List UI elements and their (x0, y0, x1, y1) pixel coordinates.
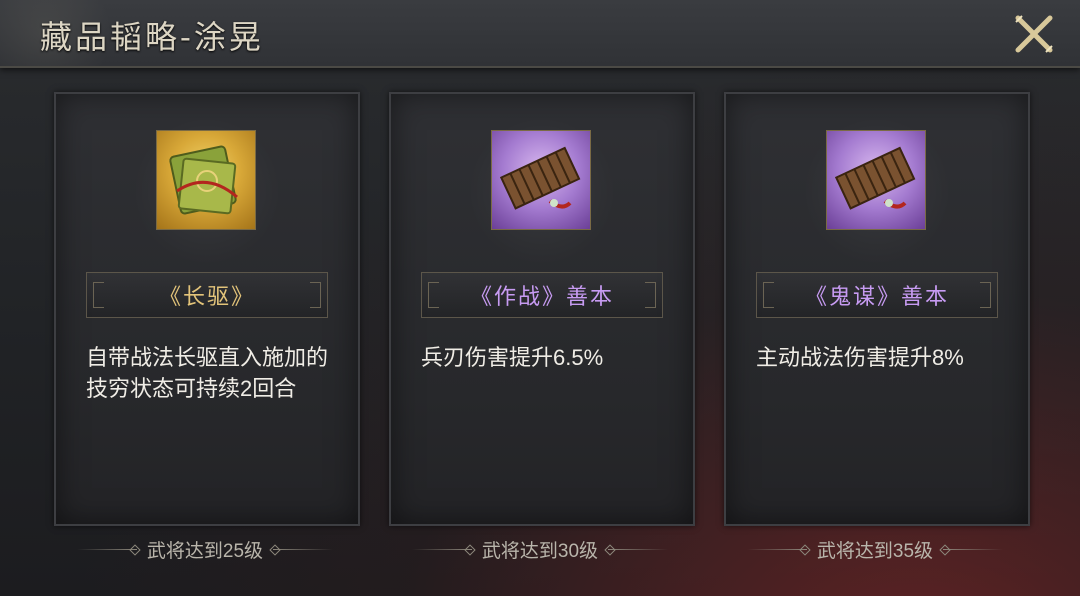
item-name: 《长驱》 (158, 285, 255, 310)
item-description: 主动战法伤害提升8% (756, 345, 964, 370)
item-slot[interactable] (491, 130, 591, 230)
item-name-plate: 《作战》善本 (421, 272, 663, 318)
item-slot[interactable] (156, 130, 256, 230)
requirement-text: 武将达到35级 (816, 540, 934, 562)
item-name: 《鬼谋》善本 (804, 285, 949, 310)
bamboo-scroll-purple-icon (834, 146, 916, 210)
divider-left (411, 548, 472, 550)
divider-right (273, 548, 334, 550)
item-name: 《作战》善本 (469, 285, 614, 310)
requirement-text: 武将达到30级 (481, 540, 599, 562)
close-button[interactable] (1012, 12, 1056, 56)
requirement-text: 武将达到25级 (146, 540, 264, 562)
unlock-requirement: 武将达到30级 (389, 536, 691, 562)
item-slot[interactable] (826, 130, 926, 230)
divider-left (76, 548, 137, 550)
page-title: 藏品韬略-涂晃 (40, 18, 264, 56)
unlock-requirement: 武将达到25级 (54, 536, 356, 562)
collection-card: 《作战》善本 兵刃伤害提升6.5% (389, 92, 695, 526)
item-description: 自带战法长驱直入施加的技穷状态可持续2回合 (86, 345, 329, 401)
title-bar: 藏品韬略-涂晃 (0, 0, 1080, 68)
divider-left (746, 548, 807, 550)
item-name-plate: 《长驱》 (86, 272, 328, 318)
collection-card: 《鬼谋》善本 主动战法伤害提升8% (724, 92, 1030, 526)
divider-right (943, 548, 1004, 550)
collection-card: 《长驱》 自带战法长驱直入施加的技穷状态可持续2回合 (54, 92, 360, 526)
bamboo-scroll-purple-icon (499, 146, 581, 210)
unlock-requirement: 武将达到35级 (724, 536, 1026, 562)
book-bundle-gold-icon (169, 145, 238, 215)
item-description: 兵刃伤害提升6.5% (421, 345, 604, 370)
close-icon (1015, 15, 1053, 53)
divider-right (608, 548, 669, 550)
item-name-plate: 《鬼谋》善本 (756, 272, 998, 318)
